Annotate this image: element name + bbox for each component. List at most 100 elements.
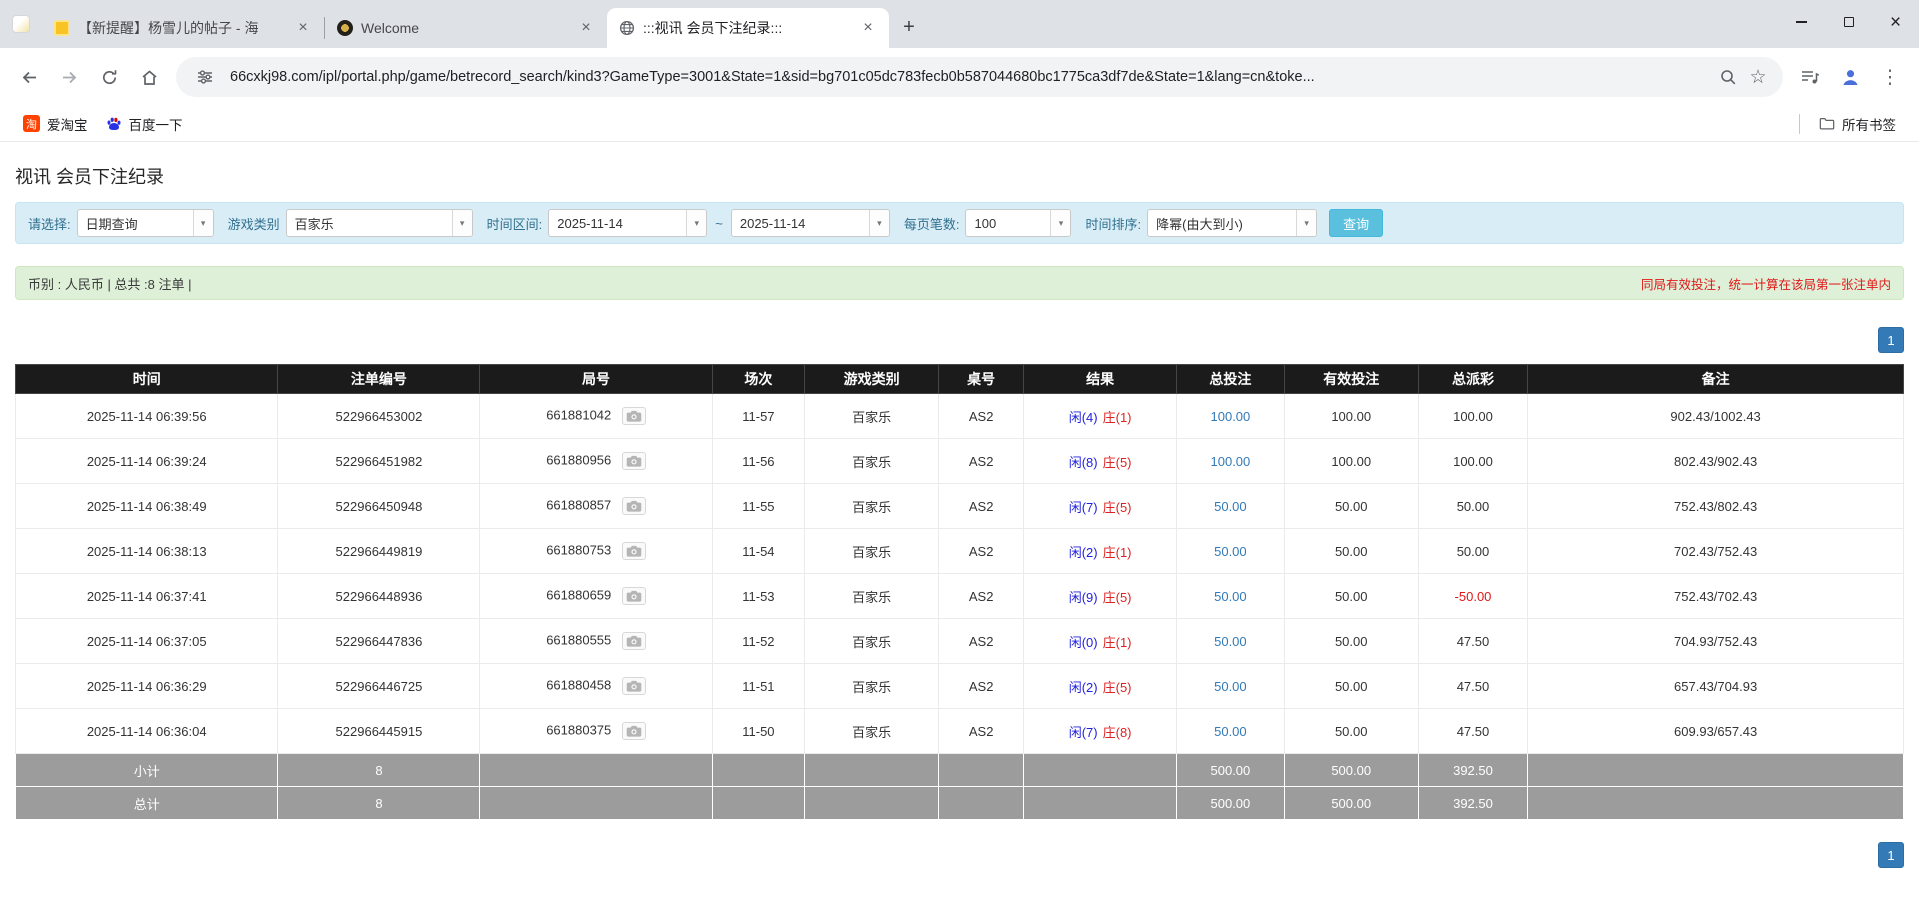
sort-select[interactable]: 降幂(由大到小) ▾ <box>1147 209 1318 237</box>
close-icon: × <box>1889 11 1902 33</box>
total-bet-link[interactable]: 100.00 <box>1211 454 1251 469</box>
profile-button[interactable] <box>1831 58 1869 96</box>
page-1-button[interactable]: 1 <box>1878 842 1904 868</box>
total-payout: 392.50 <box>1417 786 1529 820</box>
empty-cell <box>1023 753 1178 787</box>
empty-cell <box>938 753 1025 787</box>
bookmark-star-icon[interactable]: ☆ <box>1743 62 1773 92</box>
zoom-icon[interactable] <box>1713 62 1743 92</box>
video-replay-icon[interactable] <box>621 452 646 470</box>
total-bet-link[interactable]: 50.00 <box>1214 544 1247 559</box>
back-icon <box>22 71 36 83</box>
browser-menu-button[interactable]: ⋮ <box>1871 58 1909 96</box>
video-replay-icon[interactable] <box>621 542 646 560</box>
subtotal-valid-bet: 500.00 <box>1283 753 1419 787</box>
back-button[interactable] <box>10 58 48 96</box>
close-window-button[interactable]: × <box>1872 0 1919 44</box>
video-replay-icon[interactable] <box>621 722 646 740</box>
chevron-down-icon[interactable]: ▾ <box>686 210 707 236</box>
chevron-down-icon[interactable]: ▾ <box>1050 210 1071 236</box>
sort-value: 降幂(由大到小) <box>1156 216 1243 232</box>
col-header-table-no: 桌号 <box>938 364 1025 394</box>
valid-bet-cell: 50.00 <box>1283 573 1419 619</box>
table-row: 2025-11-14 06:38:13 522966449819 6618807… <box>14 528 1904 574</box>
maximize-icon <box>1843 17 1854 27</box>
table-row: 2025-11-14 06:37:05 522966447836 6618805… <box>14 618 1904 664</box>
search-button[interactable]: 查询 <box>1329 209 1384 237</box>
window-controls: × <box>1778 0 1919 44</box>
date-from-value: 2025-11-14 <box>557 215 623 231</box>
tab-bet-record[interactable]: :::视讯 会员下注纪录::: × <box>607 8 889 48</box>
omnibox[interactable]: 66cxkj98.com/ipl/portal.php/game/betreco… <box>176 57 1783 97</box>
maximize-button[interactable] <box>1825 0 1872 44</box>
round-number: 661880555 <box>546 632 612 648</box>
empty-cell <box>1527 753 1904 787</box>
date-to-value: 2025-11-14 <box>739 215 806 231</box>
col-header-game-type: 游戏类别 <box>804 364 940 394</box>
video-replay-icon[interactable] <box>621 587 646 605</box>
video-replay-icon[interactable] <box>621 677 646 695</box>
url-text[interactable]: 66cxkj98.com/ipl/portal.php/game/betreco… <box>230 69 1713 85</box>
session-cell: 11-57 <box>711 393 806 439</box>
time-cell: 2025-11-14 06:39:24 <box>14 438 279 484</box>
bookmark-baidu[interactable]: 百度一下 <box>97 110 192 138</box>
all-bookmarks-button[interactable]: 所有书签 <box>1810 110 1905 138</box>
bet-id-cell: 522966451982 <box>277 438 481 484</box>
site-controls-icon[interactable] <box>190 62 220 92</box>
minimize-button[interactable] <box>1778 0 1825 44</box>
subtotal-payout: 392.50 <box>1417 753 1529 787</box>
bet-id-cell: 522966450948 <box>277 483 481 529</box>
home-button[interactable] <box>130 58 168 96</box>
game-type-select[interactable]: 百家乐 ▾ <box>285 209 473 237</box>
chevron-down-icon[interactable]: ▾ <box>451 210 472 236</box>
table-no-cell: AS2 <box>938 393 1025 439</box>
date-separator: ~ <box>715 215 723 231</box>
query-type-select[interactable]: 日期查询 ▾ <box>76 209 214 237</box>
total-bet-link[interactable]: 50.00 <box>1214 679 1247 694</box>
tab-close-icon[interactable]: × <box>577 19 595 37</box>
date-from-select[interactable]: 2025-11-14 ▾ <box>548 209 708 237</box>
total-bet-link[interactable]: 50.00 <box>1214 499 1247 514</box>
page-size-select[interactable]: 100 ▾ <box>965 209 1072 237</box>
reload-button[interactable] <box>90 58 128 96</box>
total-bet-link[interactable]: 100.00 <box>1211 409 1251 424</box>
media-controls-button[interactable] <box>1791 58 1829 96</box>
new-tab-button[interactable]: + <box>895 13 923 41</box>
video-replay-icon[interactable] <box>621 497 646 515</box>
bookmark-taobao[interactable]: 淘 爱淘宝 <box>14 110 97 138</box>
round-cell: 661880555 <box>479 618 713 664</box>
bookmarks-right: 所有书签 <box>1799 110 1905 138</box>
tab-close-icon[interactable]: × <box>294 19 312 37</box>
valid-bet-cell: 50.00 <box>1283 708 1419 754</box>
bet-id-cell: 522966446725 <box>277 663 481 709</box>
date-to-select[interactable]: 2025-11-14 ▾ <box>730 209 890 237</box>
col-header-bet-id: 注单编号 <box>277 364 481 394</box>
result-player: 闲(2) <box>1068 544 1098 560</box>
page-1-button[interactable]: 1 <box>1878 327 1904 353</box>
total-bet-link[interactable]: 50.00 <box>1214 589 1247 604</box>
note-cell: 752.43/702.43 <box>1527 573 1904 619</box>
table-row: 2025-11-14 06:36:04 522966445915 6618803… <box>14 708 1904 754</box>
col-header-session: 场次 <box>711 364 806 394</box>
chevron-down-icon[interactable]: ▾ <box>868 210 889 236</box>
forward-button[interactable] <box>50 58 88 96</box>
valid-bet-cell: 50.00 <box>1283 528 1419 574</box>
video-replay-icon[interactable] <box>621 632 646 650</box>
tab-welcome[interactable]: Welcome × <box>325 8 607 48</box>
chevron-down-icon[interactable]: ▾ <box>192 210 213 236</box>
empty-cell <box>804 786 940 820</box>
total-bet-link[interactable]: 50.00 <box>1214 634 1247 649</box>
game-type-cell: 百家乐 <box>804 618 940 664</box>
total-bet-link[interactable]: 50.00 <box>1214 724 1247 739</box>
table-row: 2025-11-14 06:39:24 522966451982 6618809… <box>14 438 1904 484</box>
table-row: 2025-11-14 06:37:41 522966448936 6618806… <box>14 573 1904 619</box>
tab-close-icon[interactable]: × <box>859 19 877 37</box>
time-cell: 2025-11-14 06:37:05 <box>14 618 279 664</box>
tab-forum[interactable]: 【新提醒】杨雪儿的帖子 - 海 × <box>42 8 324 48</box>
chevron-down-icon[interactable]: ▾ <box>1296 210 1317 236</box>
result-cell: 闲(7) 庄(8) <box>1023 708 1178 754</box>
time-cell: 2025-11-14 06:38:13 <box>14 528 279 574</box>
forum-favicon-icon <box>54 20 70 36</box>
video-replay-icon[interactable] <box>621 407 646 425</box>
total-bet-cell: 50.00 <box>1176 483 1285 529</box>
